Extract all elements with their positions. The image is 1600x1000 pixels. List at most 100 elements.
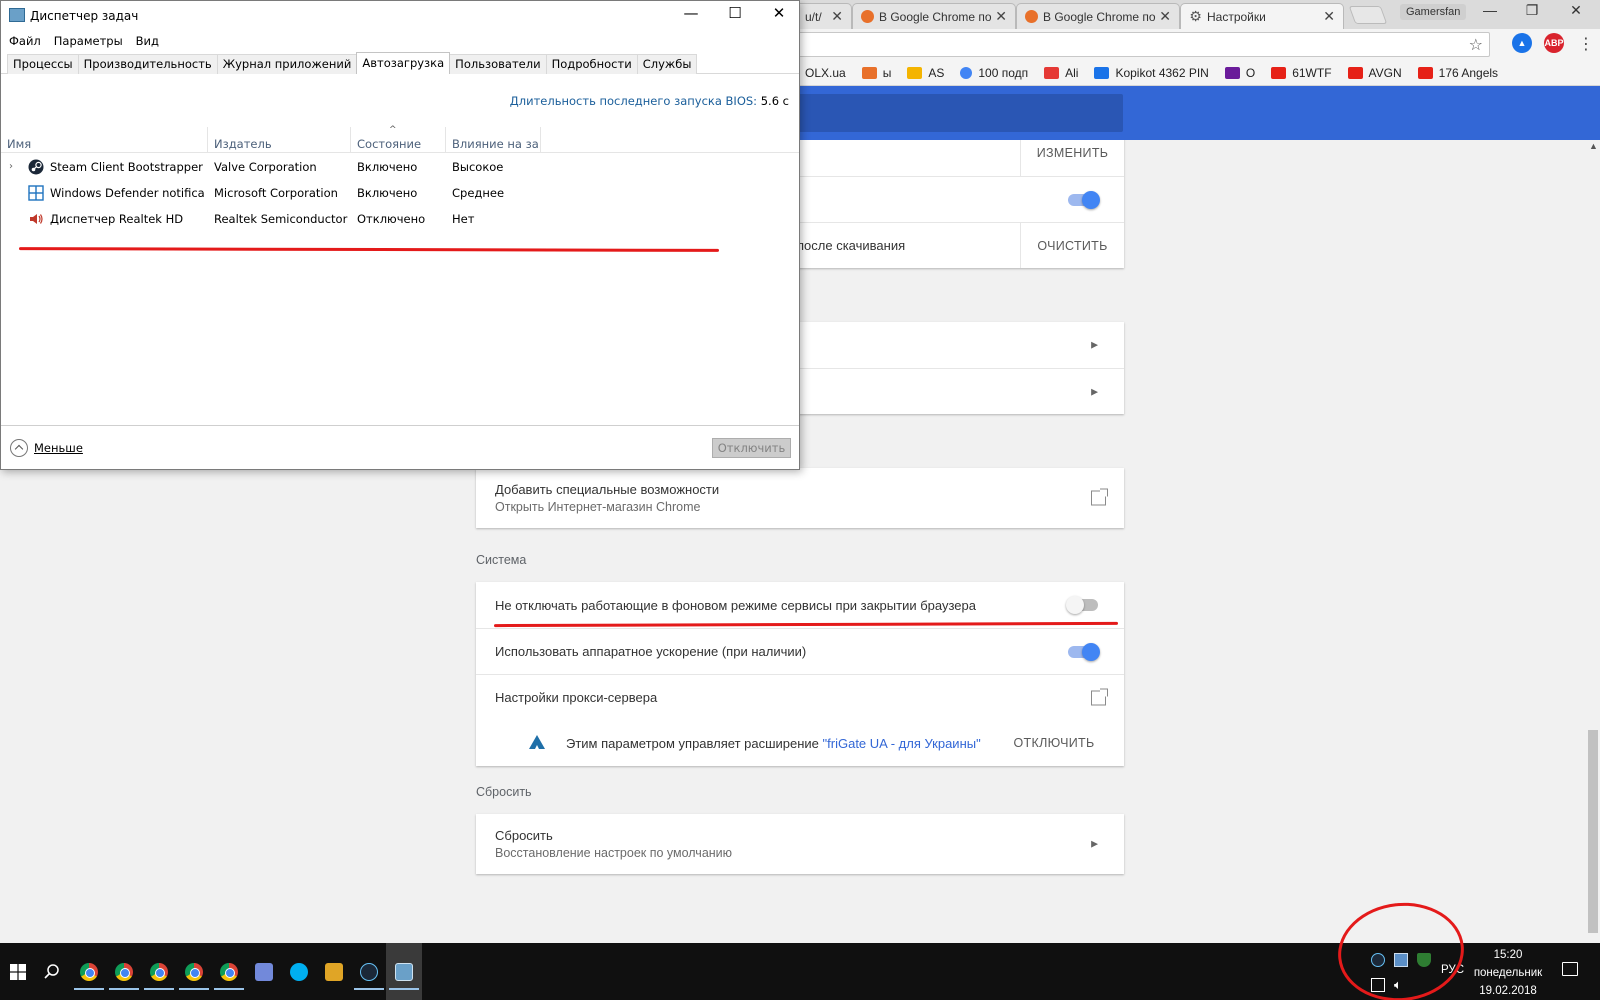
minimize-icon[interactable]: —	[1470, 2, 1510, 18]
address-bar[interactable]: ☆	[790, 32, 1490, 57]
taskbar-chrome-4[interactable]	[176, 943, 212, 1000]
chrome-tab-2[interactable]: В Google Chrome по ✕	[852, 3, 1016, 29]
close-icon[interactable]: ✕	[995, 8, 1007, 25]
extension-icon[interactable]: ▲	[1512, 33, 1532, 53]
close-icon[interactable]: ✕	[1159, 8, 1171, 25]
scroll-up-icon[interactable]: ▲	[1589, 141, 1598, 151]
table-row[interactable]: › Steam Client Bootstrapper (6) Valve Co…	[1, 154, 799, 180]
background-apps-toggle[interactable]	[1066, 596, 1098, 614]
bookmark-item[interactable]: Ali	[1044, 66, 1078, 80]
bookmark-item[interactable]: AS	[907, 66, 944, 80]
settings-search-box[interactable]	[785, 94, 1123, 132]
disable-extension-button[interactable]: ОТКЛЮЧИТЬ	[984, 720, 1124, 766]
start-button[interactable]	[0, 943, 36, 1000]
add-accessibility-subtitle: Открыть Интернет-магазин Chrome	[495, 500, 701, 514]
notification-center-icon[interactable]	[1562, 962, 1578, 976]
column-name[interactable]: Имя	[1, 127, 208, 153]
hardware-acceleration-toggle[interactable]	[1068, 642, 1100, 661]
close-window-icon[interactable]: ✕	[1556, 2, 1596, 19]
taskbar-steam[interactable]	[351, 943, 387, 1000]
scrollbar-thumb[interactable]	[1588, 730, 1598, 933]
maximize-icon[interactable]: ☐	[713, 4, 757, 22]
frigate-extension-link[interactable]: "friGate UA - для Украины"	[823, 736, 981, 751]
column-status[interactable]: Состояние	[351, 127, 446, 153]
bookmark-favicon-icon	[1044, 66, 1060, 79]
tab-label: Настройки	[1207, 9, 1266, 24]
bookmark-star-icon[interactable]: ☆	[1469, 35, 1483, 55]
hardware-acceleration-row[interactable]: Использовать аппаратное ускорение (при н…	[476, 628, 1124, 674]
menu-view[interactable]: Вид	[136, 34, 159, 48]
tab-details[interactable]: Подробности	[545, 54, 638, 74]
tab-services[interactable]: Службы	[636, 54, 698, 74]
tab-label: u/t/	[805, 9, 822, 24]
bookmark-item[interactable]: OLX.ua	[805, 66, 846, 80]
bookmark-favicon-icon	[861, 66, 877, 79]
fewer-details-link[interactable]: Меньше	[34, 441, 83, 455]
task-manager-tabs: Процессы Производительность Журнал прило…	[7, 52, 698, 74]
expand-chevron-icon[interactable]: ›	[9, 154, 13, 180]
bookmark-item[interactable]: AVGN	[1347, 66, 1402, 80]
menu-options[interactable]: Параметры	[54, 34, 123, 48]
bookmark-item[interactable]: ы	[861, 66, 891, 80]
startup-app-status: Включено	[357, 186, 418, 200]
restore-icon[interactable]: ❐	[1512, 2, 1552, 19]
tab-performance[interactable]: Производительность	[77, 54, 218, 74]
bookmark-item[interactable]: 176 Angels	[1417, 66, 1498, 80]
reset-card: Сбросить Восстановление настроек по умол…	[476, 814, 1124, 874]
chevron-right-icon: ▶	[1091, 838, 1098, 849]
chrome-icon	[220, 962, 238, 981]
external-link-icon	[1091, 488, 1108, 506]
taskbar-discord[interactable]	[246, 943, 282, 1000]
disable-button[interactable]: Отключить	[712, 438, 791, 458]
taskbar-chrome-1[interactable]	[71, 943, 107, 1000]
taskbar-chrome-2[interactable]	[106, 943, 142, 1000]
external-link-icon	[1091, 688, 1108, 705]
adblock-icon[interactable]: ABP	[1544, 33, 1564, 53]
reset-settings-row[interactable]: Сбросить Восстановление настроек по умол…	[476, 814, 1124, 874]
tab-app-history[interactable]: Журнал приложений	[216, 54, 358, 74]
task-manager-menu-bar: Файл Параметры Вид	[1, 30, 172, 52]
bookmark-item[interactable]: Kopikot 4362 PIN	[1094, 66, 1209, 80]
menu-file[interactable]: Файл	[9, 34, 41, 48]
clock[interactable]: 15:20 понедельник 19.02.2018	[1466, 946, 1550, 1000]
close-icon[interactable]: ✕	[1323, 8, 1335, 25]
youtube-icon	[1347, 66, 1363, 79]
tab-users[interactable]: Пользователи	[449, 54, 547, 74]
tab-startup[interactable]: Автозагрузка	[356, 52, 451, 74]
add-accessibility-row[interactable]: Добавить специальные возможности Открыть…	[476, 468, 1124, 528]
column-impact[interactable]: Влияние на за...	[446, 127, 541, 153]
change-button[interactable]: ИЗМЕНИТЬ	[1020, 140, 1124, 176]
profile-button[interactable]: Gamersfan	[1400, 4, 1467, 20]
taskbar-task-manager[interactable]	[386, 943, 422, 1000]
toggle-switch[interactable]	[1068, 190, 1100, 209]
task-manager-title: Диспетчер задач	[30, 9, 139, 23]
proxy-settings-row[interactable]: Настройки прокси-сервера	[476, 674, 1124, 720]
taskbar-chrome-3[interactable]	[141, 943, 177, 1000]
chrome-tab-3[interactable]: В Google Chrome по ✕	[1016, 3, 1180, 29]
clear-button[interactable]: ОЧИСТИТЬ	[1020, 223, 1124, 268]
bookmark-item[interactable]: 61WTF	[1271, 66, 1332, 80]
tab-label: В Google Chrome по	[879, 9, 992, 24]
new-tab-button[interactable]	[1348, 6, 1388, 24]
bookmark-item[interactable]: O	[1224, 66, 1255, 80]
close-icon[interactable]: ✕	[757, 4, 801, 22]
gear-icon: ⚙	[1189, 8, 1202, 24]
table-row[interactable]: Диспетчер Realtek HD Realtek Semiconduct…	[1, 206, 799, 232]
taskbar-skype[interactable]	[281, 943, 317, 1000]
taskbar-app[interactable]	[316, 943, 352, 1000]
table-row[interactable]: Windows Defender notificati... Microsoft…	[1, 180, 799, 206]
menu-icon[interactable]: ⋮	[1578, 34, 1594, 54]
bookmark-favicon-icon	[1094, 66, 1110, 79]
close-icon[interactable]: ✕	[831, 8, 843, 25]
taskbar-chrome-5[interactable]	[211, 943, 247, 1000]
column-publisher[interactable]: Издатель	[208, 127, 351, 153]
chrome-icon	[80, 962, 98, 981]
background-apps-row[interactable]: Не отключать работающие в фоновом режиме…	[476, 582, 1124, 628]
chevron-up-icon[interactable]	[10, 439, 28, 457]
steam-icon	[28, 159, 44, 175]
chrome-tab-settings[interactable]: ⚙ Настройки ✕	[1180, 3, 1344, 29]
search-button[interactable]	[34, 943, 70, 1000]
bookmark-item[interactable]: 100 подп	[960, 66, 1028, 80]
tab-processes[interactable]: Процессы	[7, 54, 79, 74]
minimize-icon[interactable]: —	[669, 4, 713, 22]
